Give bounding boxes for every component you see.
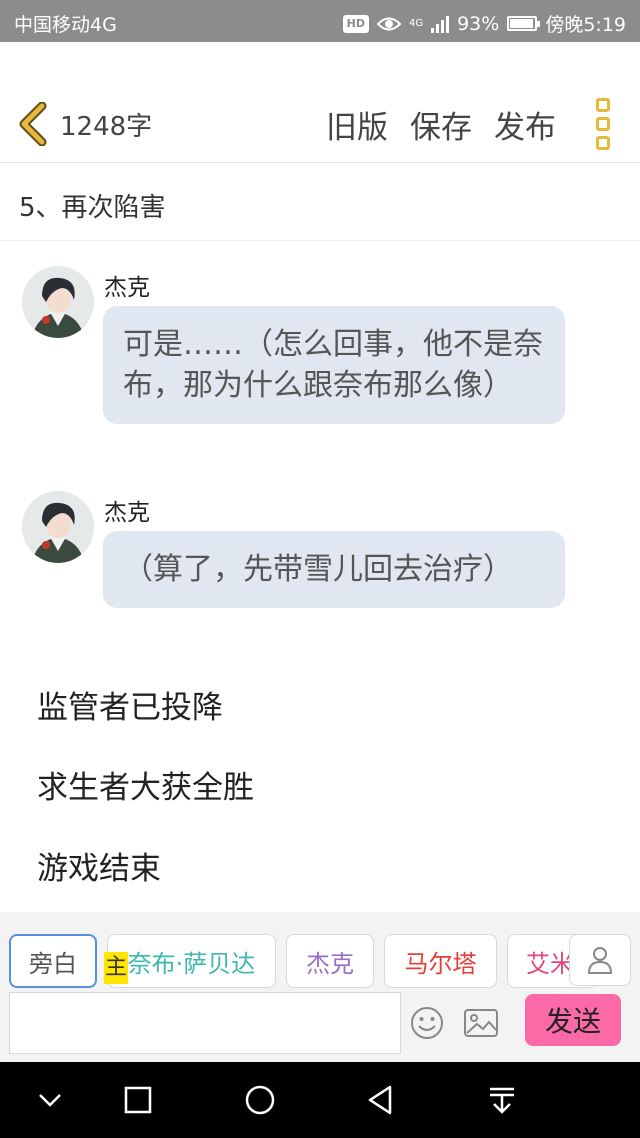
chevron-down-icon[interactable] <box>30 1080 70 1120</box>
person-icon <box>587 947 613 974</box>
chevron-left-icon[interactable] <box>16 102 50 146</box>
composer: 旁白 奈布·萨贝达 杰克 马尔塔 艾米 主 发送 <box>0 912 640 1062</box>
publish-button[interactable]: 发布 <box>494 102 556 147</box>
square-icon[interactable] <box>118 1080 158 1120</box>
status-icons: HD 4G 93% 傍晚5:19 <box>342 10 626 37</box>
role-chip-jack[interactable]: 杰克 <box>286 934 374 988</box>
speaker-name: 杰克 <box>104 275 150 301</box>
person-button[interactable] <box>569 934 631 986</box>
old-version-button[interactable]: 旧版 <box>326 102 388 147</box>
signal-icon <box>431 15 450 33</box>
more-vertical-icon[interactable] <box>596 98 612 150</box>
narration-line[interactable]: 游戏结束 <box>37 843 161 888</box>
role-chips: 旁白 奈布·萨贝达 杰克 马尔塔 艾米 主 <box>0 932 640 990</box>
host-badge: 主 <box>104 952 128 984</box>
word-count: 1248字 <box>60 112 153 142</box>
chip-label: 奈布·萨贝达 <box>127 949 256 978</box>
avatar[interactable] <box>22 491 94 563</box>
send-button[interactable]: 发送 <box>525 994 621 1046</box>
system-nav-bar <box>0 1062 640 1138</box>
message-bubble: （算了，先带雪儿回去治疗） <box>103 531 565 608</box>
triangle-back-icon[interactable] <box>360 1080 400 1120</box>
battery-icon <box>507 16 541 31</box>
carrier-label: 中国移动4G <box>14 14 117 36</box>
download-icon[interactable] <box>482 1080 522 1120</box>
image-icon[interactable] <box>463 1007 499 1039</box>
clock: 傍晚5:19 <box>545 14 626 36</box>
role-chip-marta[interactable]: 马尔塔 <box>384 934 497 988</box>
hd-icon: HD <box>342 14 369 33</box>
status-bar: 中国移动4G HD 4G 93% 傍晚5:19 <box>0 0 640 42</box>
chip-label: 杰克 <box>306 949 354 978</box>
role-chip-narrator[interactable]: 旁白 <box>9 934 97 988</box>
chapter-title: 5、再次陷害 <box>19 193 166 223</box>
speaker-name: 杰克 <box>104 500 150 526</box>
battery-percent: 93% <box>457 12 500 35</box>
avatar[interactable] <box>22 266 94 338</box>
message-bubble: 可是……（怎么回事，他不是奈布，那为什么跟奈布那么像） <box>103 306 565 424</box>
editor-toolbar: 1248字 旧版 保存 发布 <box>0 42 640 163</box>
eye-icon <box>376 17 401 30</box>
circle-icon[interactable] <box>240 1080 280 1120</box>
chip-label: 旁白 <box>29 949 77 978</box>
smile-icon[interactable] <box>410 1006 444 1040</box>
narration-line[interactable]: 监管者已投降 <box>37 682 223 727</box>
narration-line[interactable]: 求生者大获全胜 <box>37 762 254 807</box>
chapter-header[interactable]: 5、再次陷害 <box>0 163 640 241</box>
chip-label: 马尔塔 <box>404 949 477 978</box>
network-label: 4G <box>408 17 424 29</box>
save-button[interactable]: 保存 <box>410 102 472 147</box>
message-input[interactable] <box>9 992 401 1054</box>
role-chip-naib[interactable]: 奈布·萨贝达 <box>107 934 276 988</box>
chip-label: 艾米 <box>526 949 574 978</box>
